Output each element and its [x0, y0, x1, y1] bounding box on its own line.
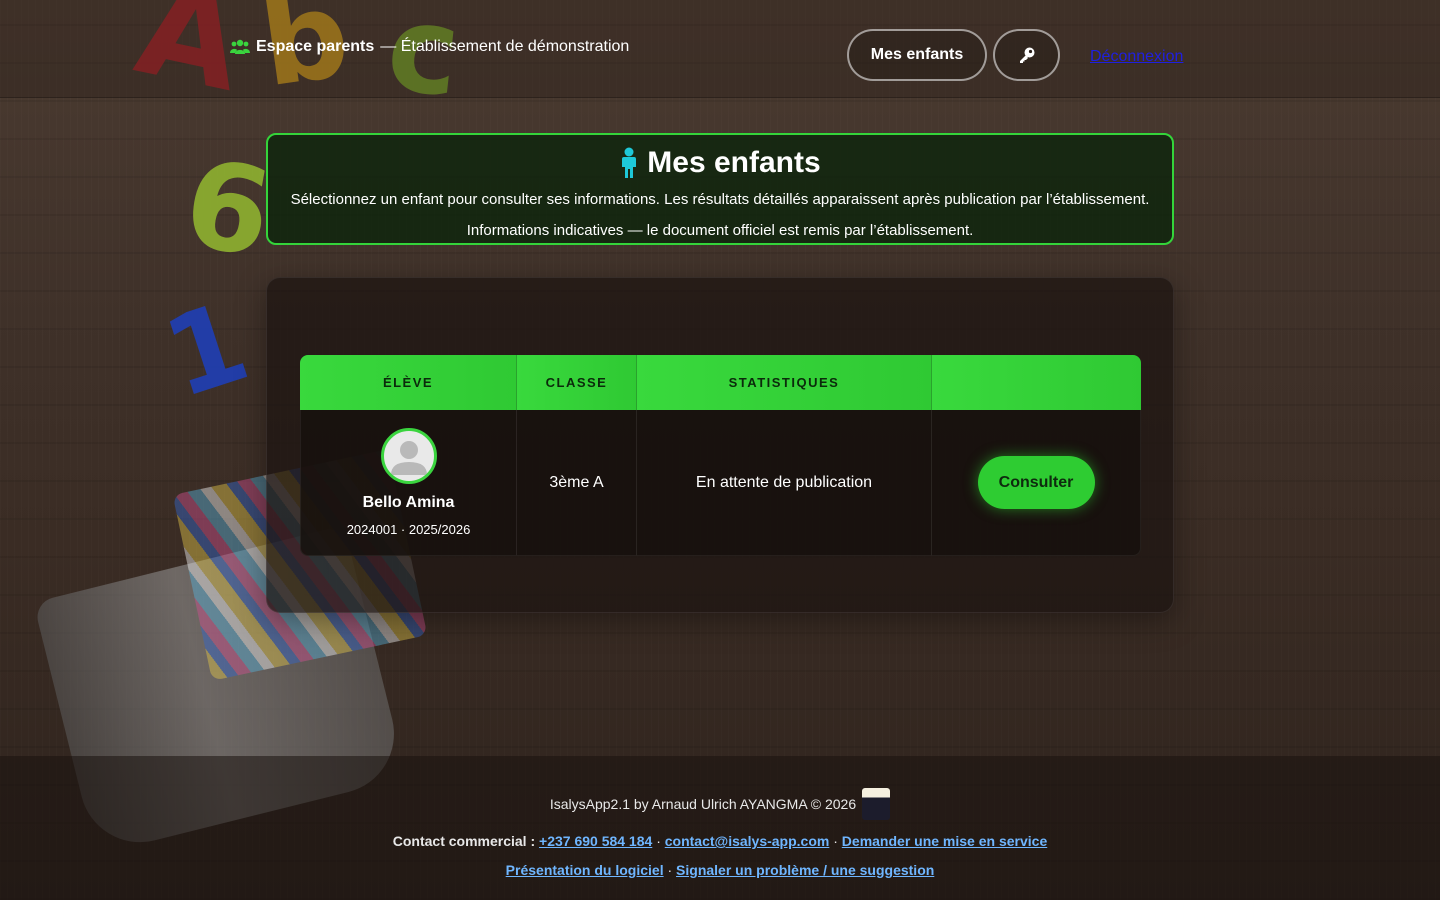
author-photo [862, 788, 891, 820]
brand-subtitle: — Établissement de démonstration [380, 38, 630, 55]
separator: · [833, 833, 838, 849]
users-icon [230, 39, 250, 54]
table-header-row: ÉLÈVE CLASSE STATISTIQUES [300, 355, 1141, 410]
footer-links-line: Présentation du logiciel · Signaler un p… [0, 862, 1440, 878]
brand-title: Espace parents [256, 38, 375, 55]
brand: Espace parents — Établissement de démons… [230, 38, 629, 56]
intro-panel: Mes enfants Sélectionnez un enfant pour … [266, 133, 1174, 245]
table-row: Bello Amina 2024001 · 2025/2026 3ème A E… [300, 410, 1141, 556]
column-header-actions [932, 355, 1141, 410]
key-icon [1019, 47, 1034, 63]
children-table: ÉLÈVE CLASSE STATISTIQUES Bello Amina 20… [300, 355, 1141, 556]
child-icon [622, 147, 637, 178]
credit-text: IsalysApp2.1 by Arnaud Ulrich AYANGMA © … [549, 796, 857, 812]
class-cell: 3ème A [517, 410, 637, 556]
user-placeholder-icon [390, 441, 427, 475]
consult-button[interactable]: Consulter [977, 456, 1095, 509]
statistics-cell: En attente de publication [637, 410, 932, 556]
student-name: Bello Amina [362, 494, 455, 511]
student-meta: 2024001 · 2025/2026 [346, 522, 471, 537]
intro-note: Informations indicatives — le document o… [466, 222, 974, 239]
presentation-link[interactable]: Présentation du logiciel [506, 862, 664, 878]
decor-number-1: 1 [150, 277, 263, 423]
column-header-class: CLASSE [517, 355, 637, 410]
avatar [380, 428, 437, 484]
footer-credit: IsalysApp2.1 by Arnaud Ulrich AYANGMA © … [0, 788, 1440, 820]
decor-number-6: 6 [174, 133, 281, 286]
page-title: Mes enfants [268, 143, 1172, 183]
children-card: ÉLÈVE CLASSE STATISTIQUES Bello Amina 20… [266, 277, 1174, 613]
separator: · [656, 833, 661, 849]
student-cell: Bello Amina 2024001 · 2025/2026 [300, 410, 517, 556]
my-children-button[interactable]: Mes enfants [847, 29, 987, 81]
phone-link[interactable]: +237 690 584 184 [539, 833, 652, 849]
intro-subtitle: Sélectionnez un enfant pour consulter se… [290, 191, 1150, 208]
footer-contact-line: Contact commercial : +237 690 584 184 · … [0, 833, 1440, 849]
service-request-link[interactable]: Demander une mise en service [842, 833, 1047, 849]
column-header-student: ÉLÈVE [300, 355, 517, 410]
page-title-text: Mes enfants [647, 146, 821, 179]
report-issue-link[interactable]: Signaler un problème / une suggestion [676, 862, 934, 878]
action-cell: Consulter [932, 410, 1141, 556]
top-header: Espace parents — Établissement de démons… [0, 0, 1440, 98]
contact-label: Contact commercial : [392, 833, 536, 849]
change-password-button[interactable] [993, 29, 1060, 81]
logout-link[interactable]: Déconnexion [1090, 48, 1183, 66]
footer: IsalysApp2.1 by Arnaud Ulrich AYANGMA © … [0, 756, 1440, 900]
column-header-statistics: STATISTIQUES [637, 355, 932, 410]
separator: · [667, 862, 673, 878]
email-link[interactable]: contact@isalys-app.com [665, 833, 830, 849]
